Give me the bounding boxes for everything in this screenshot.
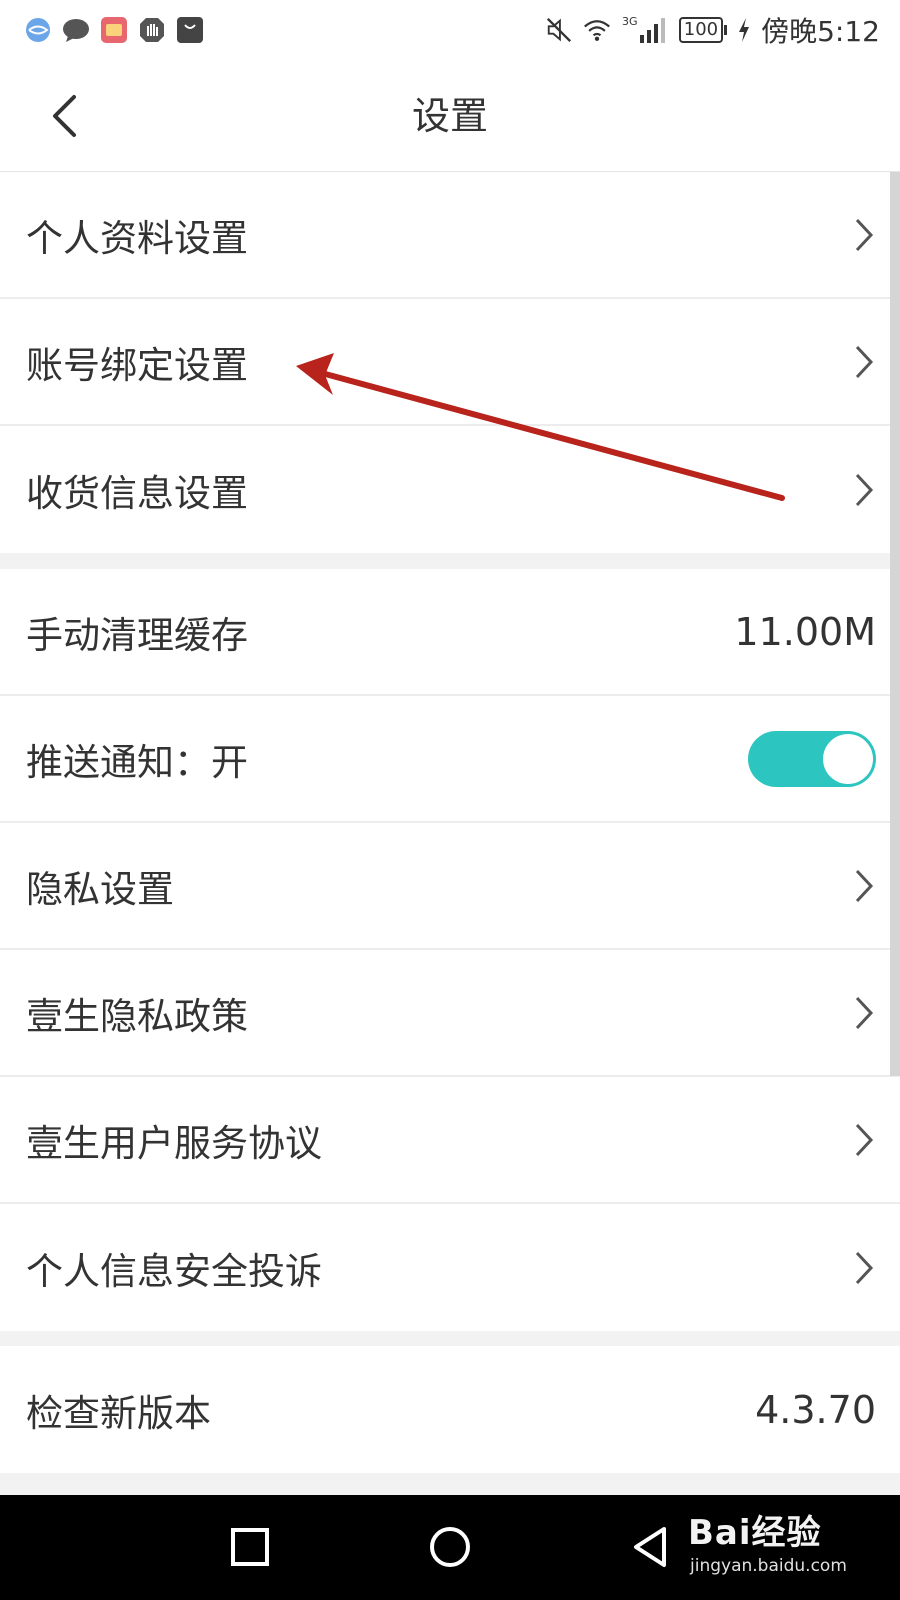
privacy-policy-row[interactable]: 壹生隐私政策 — [0, 950, 900, 1077]
network-type-label: 3G — [622, 15, 638, 28]
square-icon — [231, 1528, 269, 1566]
back-nav-button[interactable] — [620, 1517, 680, 1577]
version-section: 检查新版本 4.3.70 — [0, 1346, 900, 1473]
system-nav-bar: Bai经验 jingyan.baidu.com — [0, 1495, 900, 1600]
row-label: 手动清理缓存 — [26, 613, 248, 657]
row-label: 检查新版本 — [26, 1391, 211, 1435]
browser-icon — [24, 16, 52, 44]
toggle-knob — [823, 733, 873, 784]
battery-icon: 100 — [678, 17, 728, 43]
user-agreement-row[interactable]: 壹生用户服务协议 — [0, 1077, 900, 1204]
clear-cache-row[interactable]: 手动清理缓存 11.00M — [0, 569, 900, 696]
battery-level: 100 — [678, 17, 724, 43]
watermark-logo: Bai经验 — [688, 1513, 822, 1553]
push-notification-row: 推送通知：开 — [0, 696, 900, 823]
chevron-right-icon — [852, 866, 876, 906]
status-time: 傍晚5:12 — [761, 15, 880, 48]
row-label: 账号绑定设置 — [26, 343, 248, 387]
row-label: 隐私设置 — [26, 867, 174, 911]
row-label: 壹生用户服务协议 — [26, 1121, 322, 1165]
privacy-settings-row[interactable]: 隐私设置 — [0, 823, 900, 950]
circle-icon — [430, 1527, 470, 1567]
chevron-right-icon — [852, 470, 876, 510]
message-icon — [62, 16, 90, 44]
charging-icon — [737, 16, 751, 44]
scrollbar[interactable] — [890, 172, 900, 1076]
account-binding-row[interactable]: 账号绑定设置 — [0, 299, 900, 426]
cache-size-value: 11.00M — [734, 609, 876, 654]
huawei-app-icon — [100, 16, 128, 44]
chevron-right-icon — [852, 215, 876, 255]
status-bar: 3G 100 傍晚5:12 — [0, 0, 900, 60]
chevron-right-icon — [852, 342, 876, 382]
chevron-right-icon — [852, 993, 876, 1033]
notification-icons — [24, 16, 204, 44]
row-label: 个人信息安全投诉 — [26, 1249, 322, 1293]
watermark-url: jingyan.baidu.com — [690, 1556, 847, 1576]
wifi-icon — [583, 16, 611, 44]
security-complaint-row[interactable]: 个人信息安全投诉 — [0, 1204, 900, 1331]
row-label: 个人资料设置 — [26, 216, 248, 260]
signal-icon: 3G — [621, 15, 669, 44]
row-label: 推送通知：开 — [26, 740, 248, 784]
triangle-back-icon — [634, 1527, 666, 1567]
mute-icon — [545, 16, 573, 44]
app-header: 设置 — [0, 60, 900, 172]
row-label: 收货信息设置 — [26, 471, 248, 515]
version-value: 4.3.70 — [755, 1387, 876, 1432]
check-version-row[interactable]: 检查新版本 4.3.70 — [0, 1346, 900, 1473]
general-settings-section: 手动清理缓存 11.00M 推送通知：开 隐私设置 壹生隐私政策 壹生用户服务协… — [0, 569, 900, 1331]
recent-apps-button[interactable] — [220, 1517, 280, 1577]
chevron-right-icon — [852, 1120, 876, 1160]
shipping-info-row[interactable]: 收货信息设置 — [0, 426, 900, 553]
profile-settings-row[interactable]: 个人资料设置 — [0, 172, 900, 299]
page-title: 设置 — [411, 94, 488, 138]
row-label: 壹生隐私政策 — [26, 994, 248, 1038]
system-status: 3G 100 傍晚5:12 — [545, 10, 880, 50]
chevron-right-icon — [852, 1248, 876, 1288]
huawei-store-icon — [176, 16, 204, 44]
account-settings-section: 个人资料设置 账号绑定设置 收货信息设置 — [0, 172, 900, 553]
hand-icon — [138, 16, 166, 44]
baidu-watermark: Bai经验 jingyan.baidu.com — [688, 1505, 847, 1576]
home-button[interactable] — [420, 1517, 480, 1577]
push-notification-toggle[interactable] — [748, 730, 876, 787]
